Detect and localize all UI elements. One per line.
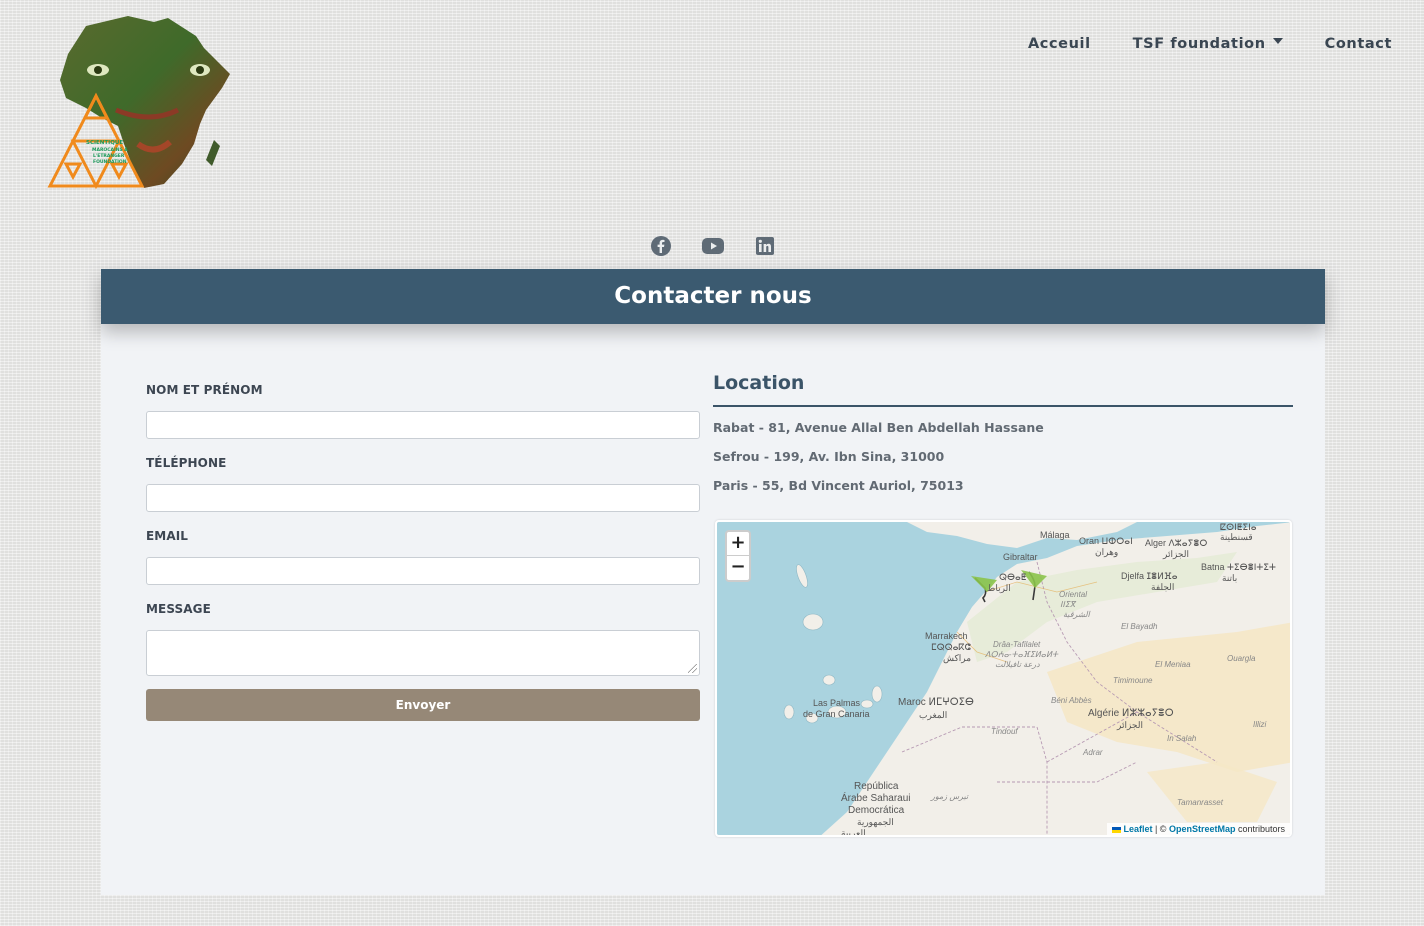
nav-item-tsf-foundation[interactable]: TSF foundation bbox=[1133, 36, 1283, 52]
message-label: MESSAGE bbox=[146, 602, 211, 616]
svg-text:FOUNDATION: FOUNDATION bbox=[93, 159, 127, 165]
facebook-icon[interactable] bbox=[650, 235, 672, 257]
nav-item-contact[interactable]: Contact bbox=[1325, 36, 1392, 52]
map-label: Las Palmas bbox=[813, 698, 861, 708]
map-label: الجمهورية bbox=[857, 817, 894, 827]
map-label: ⵕⴱⴰⵟ bbox=[999, 572, 1027, 582]
map-label: Timimoune bbox=[1113, 676, 1153, 685]
africa-logo-graphic: SCIENTIQUE MAROCAINS À L'ETRANGER FOUNDA… bbox=[47, 16, 230, 190]
phone-field[interactable] bbox=[146, 484, 700, 512]
name-label: NOM ET PRÉNOM bbox=[146, 383, 263, 397]
map-label: República bbox=[854, 781, 899, 792]
address-rabat: Rabat - 81, Avenue Allal Ben Abdellah Ha… bbox=[713, 420, 1044, 435]
map-label: Algérie ⵍⵣⵣⴰⵢⴻⵔ bbox=[1088, 708, 1174, 719]
osm-link[interactable]: OpenStreetMap bbox=[1169, 824, 1236, 834]
map-label: Illizi bbox=[1253, 720, 1267, 729]
location-title: Location bbox=[713, 372, 1293, 407]
map-label: ⵏⵏⵉⴳ bbox=[1060, 600, 1076, 609]
map-attribution: Leaflet | © OpenStreetMap contributors bbox=[1106, 823, 1290, 835]
nav-item-label: Acceuil bbox=[1027, 36, 1091, 52]
map-label: Djelfa ⵊⴻⵍⴼⴰ bbox=[1121, 571, 1178, 581]
map-label: ⴷⵔⵄⴰ-ⵜⴰⴼⵉⵍⴰⵍⵜ bbox=[985, 650, 1059, 659]
map-label: Adrar bbox=[1083, 748, 1103, 757]
map-label: de Gran Canaria bbox=[803, 709, 870, 719]
map-label: الشرقية bbox=[1063, 610, 1090, 619]
resize-handle-icon[interactable] bbox=[688, 664, 697, 673]
map-zoom-control: + − bbox=[725, 530, 751, 582]
map-label: Tamanrasset bbox=[1177, 798, 1223, 807]
map-label: الرباط bbox=[987, 583, 1011, 593]
message-textarea[interactable] bbox=[146, 630, 700, 676]
leaflet-link[interactable]: Leaflet bbox=[1123, 824, 1152, 834]
youtube-icon[interactable] bbox=[702, 235, 724, 257]
map-label: El Bayadh bbox=[1121, 622, 1158, 631]
map-label: ⵎⵕⵕⴰⴽⵛ bbox=[931, 642, 971, 652]
map-label: Tindouf bbox=[991, 727, 1018, 736]
caret-down-icon bbox=[1272, 38, 1283, 44]
map-label: الجلفة bbox=[1151, 582, 1175, 592]
map-label: Maroc ⵍⵎⵖⵔⵉⴱ bbox=[898, 697, 974, 708]
map-label: Málaga bbox=[1040, 530, 1070, 540]
map-label: Drâa-Tafilalet bbox=[993, 640, 1041, 649]
svg-text:SCIENTIQUE: SCIENTIQUE bbox=[86, 140, 123, 146]
map-label: Oran ⵡⵀⵔⴰⵏ bbox=[1079, 536, 1133, 546]
address-paris: Paris - 55, Bd Vincent Auriol, 75013 bbox=[713, 478, 964, 493]
map-label: درعة تافيلالت bbox=[995, 660, 1040, 669]
map-label: Oriental bbox=[1059, 590, 1088, 599]
address-sefrou: Sefrou - 199, Av. Ibn Sina, 31000 bbox=[713, 449, 945, 464]
map-label: Marrakech bbox=[925, 631, 968, 641]
map-label: Árabe Saharaui bbox=[841, 793, 911, 804]
email-label: EMAIL bbox=[146, 529, 189, 543]
svg-text:L'ETRANGER: L'ETRANGER bbox=[93, 153, 125, 159]
main-nav: Acceuil TSF foundation Contact bbox=[986, 36, 1392, 52]
map-label: Béni Abbès bbox=[1051, 696, 1092, 705]
map-label: Ouargla bbox=[1227, 654, 1256, 663]
email-field[interactable] bbox=[146, 557, 700, 585]
map-label: تيرس زمور bbox=[931, 792, 969, 801]
social-links bbox=[650, 235, 806, 257]
site-logo[interactable]: SCIENTIQUE MAROCAINS À L'ETRANGER FOUNDA… bbox=[46, 14, 236, 194]
map-label: الجزائر bbox=[1117, 720, 1143, 730]
map-label: Batna ⵜⵉⴱⴻⵏⵜⵉⵜ bbox=[1201, 562, 1276, 572]
map-label: العربية bbox=[841, 828, 866, 837]
phone-label: TÉLÉPHONE bbox=[146, 456, 227, 470]
location-map[interactable]: Málaga Gibraltar Oran ⵡⵀⵔⴰⵏ وهران Alger … bbox=[715, 520, 1292, 837]
svg-text:MAROCAINS À: MAROCAINS À bbox=[92, 146, 128, 153]
map-label: El Meniaa bbox=[1155, 660, 1191, 669]
name-field[interactable] bbox=[146, 411, 700, 439]
linkedin-icon[interactable] bbox=[754, 235, 776, 257]
nav-item-label: Contact bbox=[1324, 36, 1392, 52]
map-label: قسنطينة bbox=[1220, 532, 1253, 542]
attribution-suffix: contributors bbox=[1235, 824, 1285, 834]
location-section: Location Rabat - 81, Avenue Allal Ben Ab… bbox=[713, 372, 1293, 494]
nav-item-label: TSF foundation bbox=[1132, 36, 1266, 52]
page-title: Contacter nous bbox=[101, 269, 1325, 324]
zoom-out-button[interactable]: − bbox=[727, 556, 749, 580]
ukraine-flag-icon bbox=[1111, 826, 1121, 833]
contact-form: NOM ET PRÉNOM TÉLÉPHONE EMAIL MESSAGE En… bbox=[146, 383, 700, 721]
map-label: مراكش bbox=[943, 653, 972, 663]
map-label: Alger ⴷⵣⴰⵢⴻⵔ bbox=[1145, 538, 1208, 548]
map-label: باتنة bbox=[1222, 573, 1238, 583]
map-label: الجزائر bbox=[1163, 549, 1189, 559]
nav-item-acceuil[interactable]: Acceuil bbox=[1028, 36, 1091, 52]
send-button[interactable]: Envoyer bbox=[146, 689, 700, 721]
map-label: Democrática bbox=[848, 805, 905, 816]
map-label: Gibraltar bbox=[1003, 552, 1038, 562]
map-label: المغرب bbox=[919, 710, 948, 720]
zoom-in-button[interactable]: + bbox=[727, 532, 749, 556]
map-label: In Salah bbox=[1167, 734, 1197, 743]
map-label: وهران bbox=[1095, 547, 1119, 557]
attribution-separator: | © bbox=[1152, 824, 1169, 834]
